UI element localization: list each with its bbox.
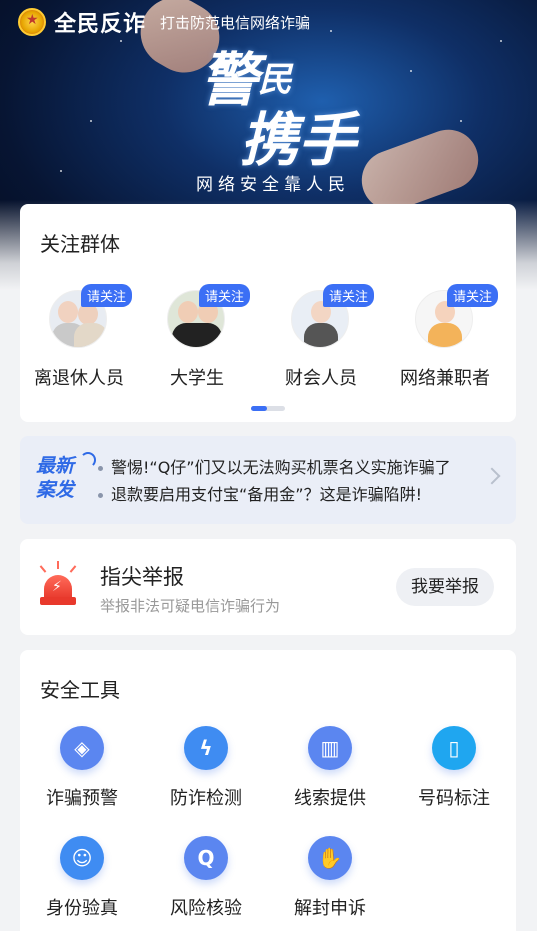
book-icon: ▥ (308, 726, 352, 770)
phone-icon: ▯ (432, 726, 476, 770)
safety-tools-title: 安全工具 (40, 678, 120, 702)
hero-line1-a: 警 (200, 46, 259, 114)
tool-unblock-appeal[interactable]: ✋ 解封申诉 (268, 836, 392, 920)
star-decoration (330, 30, 332, 32)
star-decoration (500, 40, 502, 42)
focus-groups-card: 关注群体 请关注 离退休人员 请关注 大学生 请关注 财会人员 请关注 网络兼职… (20, 204, 516, 422)
hero-subtitle: 网络安全靠人民 (196, 175, 350, 195)
group-item-students[interactable]: 请关注 大学生 (138, 280, 256, 390)
layers-icon: ◈ (60, 726, 104, 770)
app-slogan: 打击防范电信网络诈骗 (160, 13, 311, 32)
star-decoration (90, 120, 92, 122)
app-header: 全民反诈 打击防范电信网络诈骗 (18, 6, 310, 38)
report-card: ⚡ 指尖举报 举报非法可疑电信诈骗行为 我要举报 (20, 539, 516, 635)
news-item[interactable]: 退款要启用支付宝“备用金”？这是诈骗陷阱! (98, 481, 451, 508)
star-decoration (410, 70, 412, 72)
tool-number-tag[interactable]: ▯ 号码标注 (392, 726, 516, 810)
follow-badge: 请关注 (323, 284, 375, 307)
group-label: 离退休人员 (34, 368, 124, 389)
tool-fraud-detection[interactable]: ϟ 防诈检测 (144, 726, 268, 810)
group-label: 大学生 (170, 368, 224, 389)
safety-tools-card: 安全工具 ◈ 诈骗预警 ϟ 防诈检测 ▥ 线索提供 ▯ 号码标注 ☺ 身份验真 … (20, 650, 516, 931)
group-label: 财会人员 (285, 368, 357, 389)
hero-line1-b: 民 (258, 60, 293, 100)
group-item-parttime[interactable]: 请关注 网络兼职者 (386, 280, 504, 390)
focus-groups-title: 关注群体 (40, 232, 120, 256)
star-decoration (120, 40, 122, 42)
alarm-icon: ⚡ (38, 561, 78, 609)
carousel-indicator (251, 406, 285, 411)
shield-bolt-icon: ϟ (184, 726, 228, 770)
signal-icon (80, 452, 96, 468)
police-emblem-icon (18, 8, 46, 36)
hero-title: 警民 携手 (200, 50, 356, 170)
hand-icon: ✋ (308, 836, 352, 880)
report-subtitle: 举报非法可疑电信诈骗行为 (100, 597, 281, 615)
report-title: 指尖举报 (100, 565, 184, 589)
tool-clue-report[interactable]: ▥ 线索提供 (268, 726, 392, 810)
latest-cases-logo: 最新 案发 (36, 452, 98, 510)
follow-badge: 请关注 (199, 284, 251, 307)
tool-fraud-warning[interactable]: ◈ 诈骗预警 (20, 726, 144, 810)
star-decoration (60, 170, 62, 172)
report-button[interactable]: 我要举报 (396, 568, 494, 606)
star-decoration (460, 120, 462, 122)
group-item-retirees[interactable]: 请关注 离退休人员 (20, 280, 138, 390)
follow-badge: 请关注 (447, 284, 499, 307)
app-title: 全民反诈 (54, 12, 147, 37)
hero-line2: 携手 (240, 106, 357, 174)
news-item[interactable]: 警惕!“Q仔”们又以无法购买机票名义实施诈骗了 (98, 454, 451, 481)
tool-risk-check[interactable]: Q 风险核验 (144, 836, 268, 920)
id-check-icon: ☺ (60, 836, 104, 880)
group-label: 网络兼职者 (400, 368, 490, 389)
chevron-right-icon[interactable] (483, 467, 501, 485)
latest-cases-card[interactable]: 最新 案发 警惕!“Q仔”们又以无法购买机票名义实施诈骗了 退款要启用支付宝“备… (20, 436, 516, 524)
news-list: 警惕!“Q仔”们又以无法购买机票名义实施诈骗了 退款要启用支付宝“备用金”？这是… (98, 454, 451, 508)
follow-badge: 请关注 (81, 284, 133, 307)
magnifier-icon: Q (184, 836, 228, 880)
group-item-accountants[interactable]: 请关注 财会人员 (262, 280, 380, 390)
tool-id-verify[interactable]: ☺ 身份验真 (20, 836, 144, 920)
